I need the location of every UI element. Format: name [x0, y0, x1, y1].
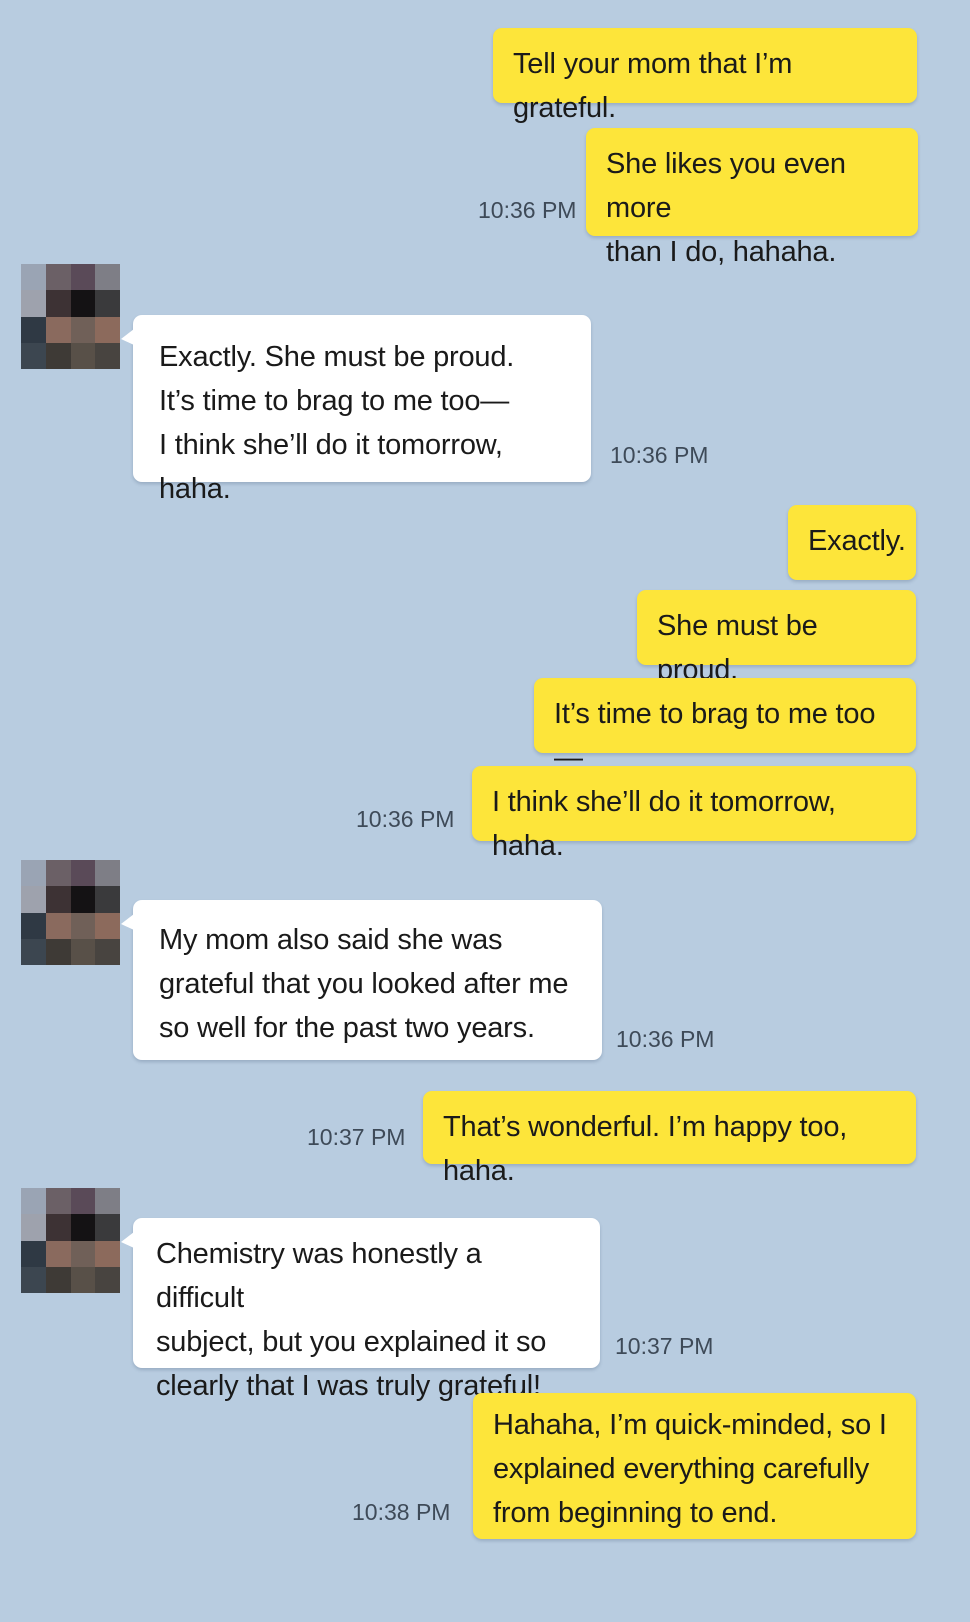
avatar-pixel — [45, 1240, 71, 1267]
avatar-pixel — [95, 342, 120, 369]
my-message-bubble[interactable]: Hahaha, I’m quick-minded, so I explained… — [473, 1393, 916, 1539]
their-message-bubble[interactable]: Chemistry was honestly a difficult subje… — [121, 1218, 600, 1402]
message-timestamp: 10:37 PM — [615, 1333, 714, 1359]
my-message-bubble[interactable]: Tell your mom that I’m grateful. — [493, 28, 917, 124]
avatar-pixel — [21, 912, 46, 939]
message-timestamp: 10:37 PM — [307, 1124, 406, 1150]
avatar-pixel — [45, 1188, 71, 1215]
contact-avatar[interactable] — [21, 264, 120, 369]
their-message-bubble[interactable]: Exactly. She must be proud. It’s time to… — [121, 315, 591, 505]
avatar-pixel — [45, 264, 71, 291]
my-message-bubble[interactable]: That’s wonderful. I’m happy too, haha. — [423, 1091, 916, 1187]
avatar-pixel — [70, 1266, 96, 1293]
avatar-pixel — [21, 264, 46, 291]
avatar-pixel — [21, 1214, 46, 1241]
avatar-pixel — [95, 938, 120, 965]
contact-avatar[interactable] — [21, 1188, 120, 1293]
avatar-pixel — [45, 316, 71, 343]
avatar-pixel — [21, 886, 46, 913]
avatar-pixel — [95, 912, 120, 939]
message-timestamp: 10:36 PM — [356, 806, 455, 832]
avatar-pixel — [70, 1188, 96, 1215]
avatar-pixel — [21, 1188, 46, 1215]
avatar-pixel — [45, 912, 71, 939]
avatar-pixel — [95, 1214, 120, 1241]
message-timestamp: 10:36 PM — [478, 197, 577, 223]
chat-transcript: Tell your mom that I’m grateful. She lik… — [0, 0, 970, 1622]
avatar-pixel — [70, 264, 96, 291]
avatar-pixel — [45, 342, 71, 369]
avatar-pixel — [21, 1266, 46, 1293]
avatar-pixel — [95, 1240, 120, 1267]
contact-avatar[interactable] — [21, 860, 120, 965]
avatar-pixel — [21, 316, 46, 343]
avatar-pixel — [95, 316, 120, 343]
my-message-bubble[interactable]: She must be proud. — [637, 590, 916, 686]
avatar-pixel — [95, 290, 120, 317]
avatar-pixel — [70, 1214, 96, 1241]
avatar-pixel — [95, 264, 120, 291]
avatar-pixel — [70, 1240, 96, 1267]
avatar-pixel — [45, 886, 71, 913]
my-message-bubble[interactable]: It’s time to brag to me too— — [534, 678, 916, 774]
avatar-pixel — [45, 938, 71, 965]
avatar-pixel — [70, 938, 96, 965]
avatar-pixel — [70, 886, 96, 913]
avatar-pixel — [70, 342, 96, 369]
avatar-pixel — [95, 1266, 120, 1293]
avatar-pixel — [45, 1266, 71, 1293]
message-timestamp: 10:38 PM — [352, 1499, 451, 1525]
avatar-pixel — [70, 860, 96, 887]
avatar-pixel — [21, 860, 46, 887]
avatar-pixel — [21, 290, 46, 317]
my-message-bubble[interactable]: Exactly. — [788, 505, 916, 580]
avatar-pixel — [45, 290, 71, 317]
their-message-bubble[interactable]: My mom also said she was grateful that y… — [121, 900, 602, 1060]
avatar-pixel — [21, 1240, 46, 1267]
message-timestamp: 10:36 PM — [610, 442, 709, 468]
avatar-pixel — [70, 316, 96, 343]
avatar-pixel — [95, 886, 120, 913]
message-timestamp: 10:36 PM — [616, 1026, 715, 1052]
avatar-pixel — [21, 938, 46, 965]
avatar-pixel — [70, 912, 96, 939]
avatar-pixel — [95, 860, 120, 887]
avatar-pixel — [95, 1188, 120, 1215]
avatar-pixel — [45, 1214, 71, 1241]
avatar-pixel — [45, 860, 71, 887]
my-message-bubble[interactable]: She likes you even more than I do, hahah… — [586, 128, 918, 268]
avatar-pixel — [21, 342, 46, 369]
my-message-bubble[interactable]: I think she’ll do it tomorrow, haha. — [472, 766, 916, 862]
avatar-pixel — [70, 290, 96, 317]
